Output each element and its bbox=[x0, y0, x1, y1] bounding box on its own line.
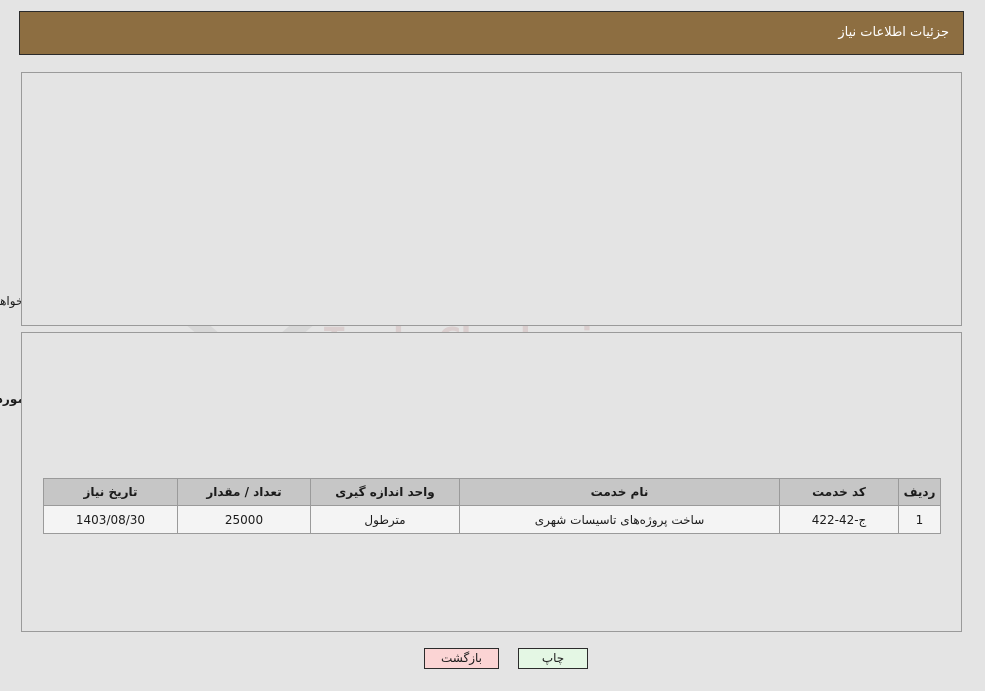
col-row-no: ردیف bbox=[899, 478, 942, 506]
cell-row-no: 1 bbox=[899, 505, 942, 534]
col-need-date: تاریخ نیاز bbox=[44, 478, 179, 506]
page-title: جزئیات اطلاعات نیاز bbox=[839, 25, 950, 40]
table-header-row: ردیف کد خدمت نام خدمت واحد اندازه گیری ت… bbox=[44, 478, 942, 506]
cell-unit: مترطول bbox=[311, 505, 461, 534]
page-header: جزئیات اطلاعات نیاز bbox=[20, 11, 965, 55]
col-unit: واحد اندازه گیری bbox=[311, 478, 461, 506]
col-service-name: نام خدمت bbox=[460, 478, 781, 506]
cell-quantity: 25000 bbox=[178, 505, 312, 534]
cell-service-name: ساخت پروژه‌های تاسیسات شهری bbox=[460, 505, 781, 534]
cell-service-code: ج-42-422 bbox=[780, 505, 900, 534]
table-row: 1 ج-42-422 ساخت پروژه‌های تاسیسات شهری م… bbox=[44, 505, 942, 534]
col-quantity: تعداد / مقدار bbox=[178, 478, 312, 506]
back-button[interactable]: بازگشت bbox=[425, 648, 500, 669]
print-button[interactable]: چاپ bbox=[519, 648, 589, 669]
services-table: ردیف کد خدمت نام خدمت واحد اندازه گیری ت… bbox=[44, 478, 942, 534]
col-service-code: کد خدمت bbox=[780, 478, 900, 506]
need-summary-panel bbox=[22, 72, 963, 326]
cell-need-date: 1403/08/30 bbox=[44, 505, 179, 534]
